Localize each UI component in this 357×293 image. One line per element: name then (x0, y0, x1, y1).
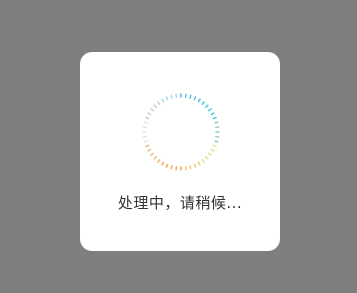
spinner-tick (210, 112, 215, 116)
spinner-tick (170, 94, 173, 99)
spinner-tick (214, 121, 219, 124)
spinner-tick (147, 112, 152, 116)
loading-spinner-icon (142, 93, 220, 171)
spinner-tick (205, 156, 209, 160)
spinner-tick (212, 116, 217, 120)
spinner-tick (210, 148, 215, 152)
spinner-tick (161, 161, 165, 166)
spinner-tick (153, 156, 157, 160)
spinner-tick (143, 140, 148, 143)
spinner-tick (197, 161, 201, 166)
spinner-tick (214, 140, 219, 143)
spinner-tick (208, 108, 212, 112)
spinner-tick (193, 96, 197, 101)
spinner-tick (208, 152, 212, 156)
spinner-tick (150, 152, 154, 156)
loading-dialog: 处理中，请稍候... (80, 52, 280, 251)
spinner-tick (165, 96, 169, 101)
spinner-tick (170, 165, 173, 170)
spinner-tick (165, 163, 169, 168)
spinner-tick (201, 101, 205, 105)
spinner-tick (147, 148, 152, 152)
spinner-tick (201, 159, 205, 163)
spinner-tick (157, 159, 161, 163)
spinner-tick (157, 101, 161, 105)
spinner-tick (145, 144, 150, 148)
spinner-tick (143, 121, 148, 124)
spinner-tick (153, 104, 157, 108)
spinner-tick (189, 94, 192, 99)
loading-message: 处理中，请稍候... (117, 194, 243, 212)
spinner-tick (212, 144, 217, 148)
spinner-tick (189, 165, 192, 170)
spinner-tick (193, 163, 197, 168)
spinner-tick (150, 108, 154, 112)
spinner-tick (197, 98, 201, 103)
spinner-tick (205, 104, 209, 108)
spinner-tick (161, 98, 165, 103)
spinner-tick (145, 116, 150, 120)
